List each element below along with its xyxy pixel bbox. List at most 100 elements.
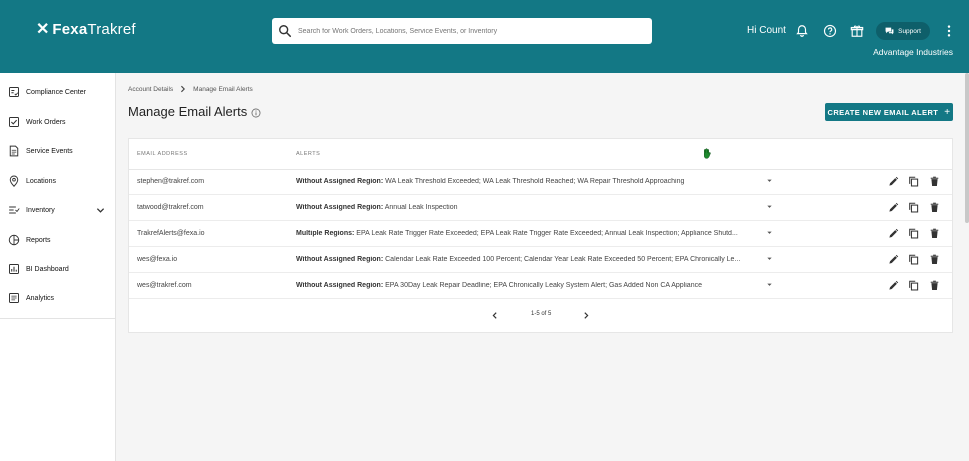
delete-icon[interactable]: [929, 228, 940, 239]
logo-x-mark: ✕: [36, 21, 50, 38]
copy-icon[interactable]: [908, 280, 919, 291]
alerts-cell: Without Assigned Region: WA Leak Thresho…: [296, 178, 684, 185]
previous-page-icon[interactable]: [491, 311, 499, 320]
next-page-icon[interactable]: [582, 311, 590, 320]
delete-icon[interactable]: [929, 176, 940, 187]
create-email-alert-button[interactable]: CREATE NEW EMAIL ALERT +: [825, 103, 953, 121]
compliance-icon: [9, 87, 19, 97]
email-alerts-table: EMAIL ADDRESS ALERTS stephen@trakref.com…: [128, 138, 953, 333]
global-search[interactable]: [272, 18, 652, 44]
alerts-text: EPA Leak Rate Trigger Rate Exceeded; EPA…: [356, 230, 738, 237]
copy-icon[interactable]: [908, 228, 919, 239]
table-row[interactable]: tatwood@trakref.com Without Assigned Reg…: [129, 195, 952, 221]
delete-icon[interactable]: [929, 254, 940, 265]
breadcrumb-account-details[interactable]: Account Details: [128, 86, 173, 93]
chevron-right-icon: [181, 85, 186, 93]
expand-caret-icon[interactable]: [766, 255, 773, 262]
checkbox-icon: [9, 117, 19, 127]
support-button[interactable]: Support: [876, 22, 930, 40]
sidebar-item-work-orders[interactable]: Work Orders: [0, 111, 116, 133]
email-cell: tatwood@trakref.com: [137, 204, 204, 211]
table-row[interactable]: TrakrefAlerts@fexa.io Multiple Regions: …: [129, 221, 952, 247]
sidebar-divider: [0, 318, 116, 319]
region-label: Without Assigned Region:: [296, 178, 384, 185]
edit-icon[interactable]: [888, 228, 899, 239]
column-header-alerts[interactable]: ALERTS: [296, 151, 320, 157]
reports-icon: [8, 234, 20, 246]
email-cell: wes@fexa.io: [137, 256, 178, 263]
more-options-icon[interactable]: [945, 24, 953, 38]
logo-brand-trakref: Trakref: [87, 21, 136, 38]
sidebar-item-bi-dashboard[interactable]: BI Dashboard: [0, 258, 116, 280]
support-label: Support: [898, 27, 921, 35]
copy-icon[interactable]: [908, 176, 919, 187]
analytics-icon: [9, 293, 19, 303]
company-name[interactable]: Advantage Industries: [873, 47, 953, 57]
expand-caret-icon[interactable]: [766, 229, 773, 236]
edit-icon[interactable]: [888, 254, 899, 265]
sidebar-item-label: Work Orders: [26, 118, 66, 126]
chevron-down-icon[interactable]: [96, 206, 105, 215]
create-button-label: CREATE NEW EMAIL ALERT: [827, 107, 939, 117]
plus-icon: +: [944, 106, 951, 118]
region-label: Without Assigned Region:: [296, 282, 384, 289]
sidebar-item-locations[interactable]: Locations: [0, 170, 116, 192]
pagination-status: 1-5 of 5: [531, 311, 552, 317]
sidebar-item-inventory[interactable]: Inventory: [0, 199, 116, 221]
sidebar-item-label: Inventory: [26, 206, 55, 214]
alerts-text: WA Leak Threshold Exceeded; WA Leak Thre…: [385, 178, 685, 185]
region-label: Without Assigned Region:: [296, 204, 384, 211]
sidebar-item-compliance-center[interactable]: Compliance Center: [0, 81, 116, 103]
delete-icon[interactable]: [929, 202, 940, 213]
sidebar-item-label: Locations: [26, 177, 56, 185]
page-scrollbar[interactable]: [965, 73, 969, 223]
logo-brand-fexa: Fexa: [52, 21, 88, 38]
sidebar-item-label: Compliance Center: [26, 88, 86, 96]
column-header-email[interactable]: EMAIL ADDRESS: [137, 151, 188, 157]
email-cell: TrakrefAlerts@fexa.io: [137, 230, 205, 237]
alerts-cell: Without Assigned Region: EPA 30Day Leak …: [296, 282, 702, 289]
edit-icon[interactable]: [888, 280, 899, 291]
copy-icon[interactable]: [908, 202, 919, 213]
expand-caret-icon[interactable]: [766, 177, 773, 184]
table-row[interactable]: wes@fexa.io Without Assigned Region: Cal…: [129, 247, 952, 273]
sidebar-item-reports[interactable]: Reports: [0, 229, 116, 251]
info-icon[interactable]: [251, 108, 261, 118]
sidebar-item-label: Analytics: [26, 294, 55, 302]
document-icon: [9, 145, 19, 157]
alerts-text: Calendar Leak Rate Exceeded 100 Percent;…: [385, 256, 741, 263]
alerts-text: EPA 30Day Leak Repair Deadline; EPA Chro…: [385, 282, 702, 289]
breadcrumb: Account Details Manage Email Alerts: [128, 85, 253, 93]
alerts-cell: Without Assigned Region: Calendar Leak R…: [296, 256, 740, 263]
fexa-trakref-logo[interactable]: ✕ Fexa Trakref: [36, 21, 136, 39]
expand-caret-icon[interactable]: [766, 203, 773, 210]
sidebar-item-label: BI Dashboard: [26, 265, 69, 273]
top-header: ✕ Fexa Trakref Hi Count Support: [0, 0, 969, 73]
email-cell: stephen@trakref.com: [137, 178, 205, 185]
breadcrumb-current: Manage Email Alerts: [193, 85, 253, 93]
expand-caret-icon[interactable]: [766, 281, 773, 288]
user-greeting[interactable]: Hi Count: [747, 25, 786, 36]
search-input[interactable]: [298, 27, 638, 35]
chat-icon: [885, 27, 894, 35]
inventory-icon: [9, 206, 20, 214]
bell-icon[interactable]: [795, 24, 809, 38]
page-title: Manage Email Alerts: [128, 104, 248, 119]
copy-icon[interactable]: [908, 254, 919, 265]
alerts-cell: Multiple Regions: EPA Leak Rate Trigger …: [296, 230, 738, 237]
help-icon[interactable]: [823, 24, 837, 38]
sidebar-item-analytics[interactable]: Analytics: [0, 287, 116, 309]
email-cell: wes@trakref.com: [137, 282, 192, 289]
edit-icon[interactable]: [888, 202, 899, 213]
sidebar-nav: Compliance Center Work Orders Service Ev…: [0, 73, 116, 461]
table-row[interactable]: wes@trakref.com Without Assigned Region:…: [129, 273, 952, 299]
edit-icon[interactable]: [888, 176, 899, 187]
location-pin-icon: [9, 175, 19, 187]
gift-icon[interactable]: [850, 24, 864, 38]
sidebar-item-service-events[interactable]: Service Events: [0, 140, 116, 162]
table-row[interactable]: stephen@trakref.com Without Assigned Reg…: [129, 169, 952, 195]
alerts-cell: Without Assigned Region: Annual Leak Ins…: [296, 204, 458, 211]
region-label: Without Assigned Region:: [296, 256, 384, 263]
mouse-cursor-icon: [704, 148, 711, 159]
delete-icon[interactable]: [929, 280, 940, 291]
